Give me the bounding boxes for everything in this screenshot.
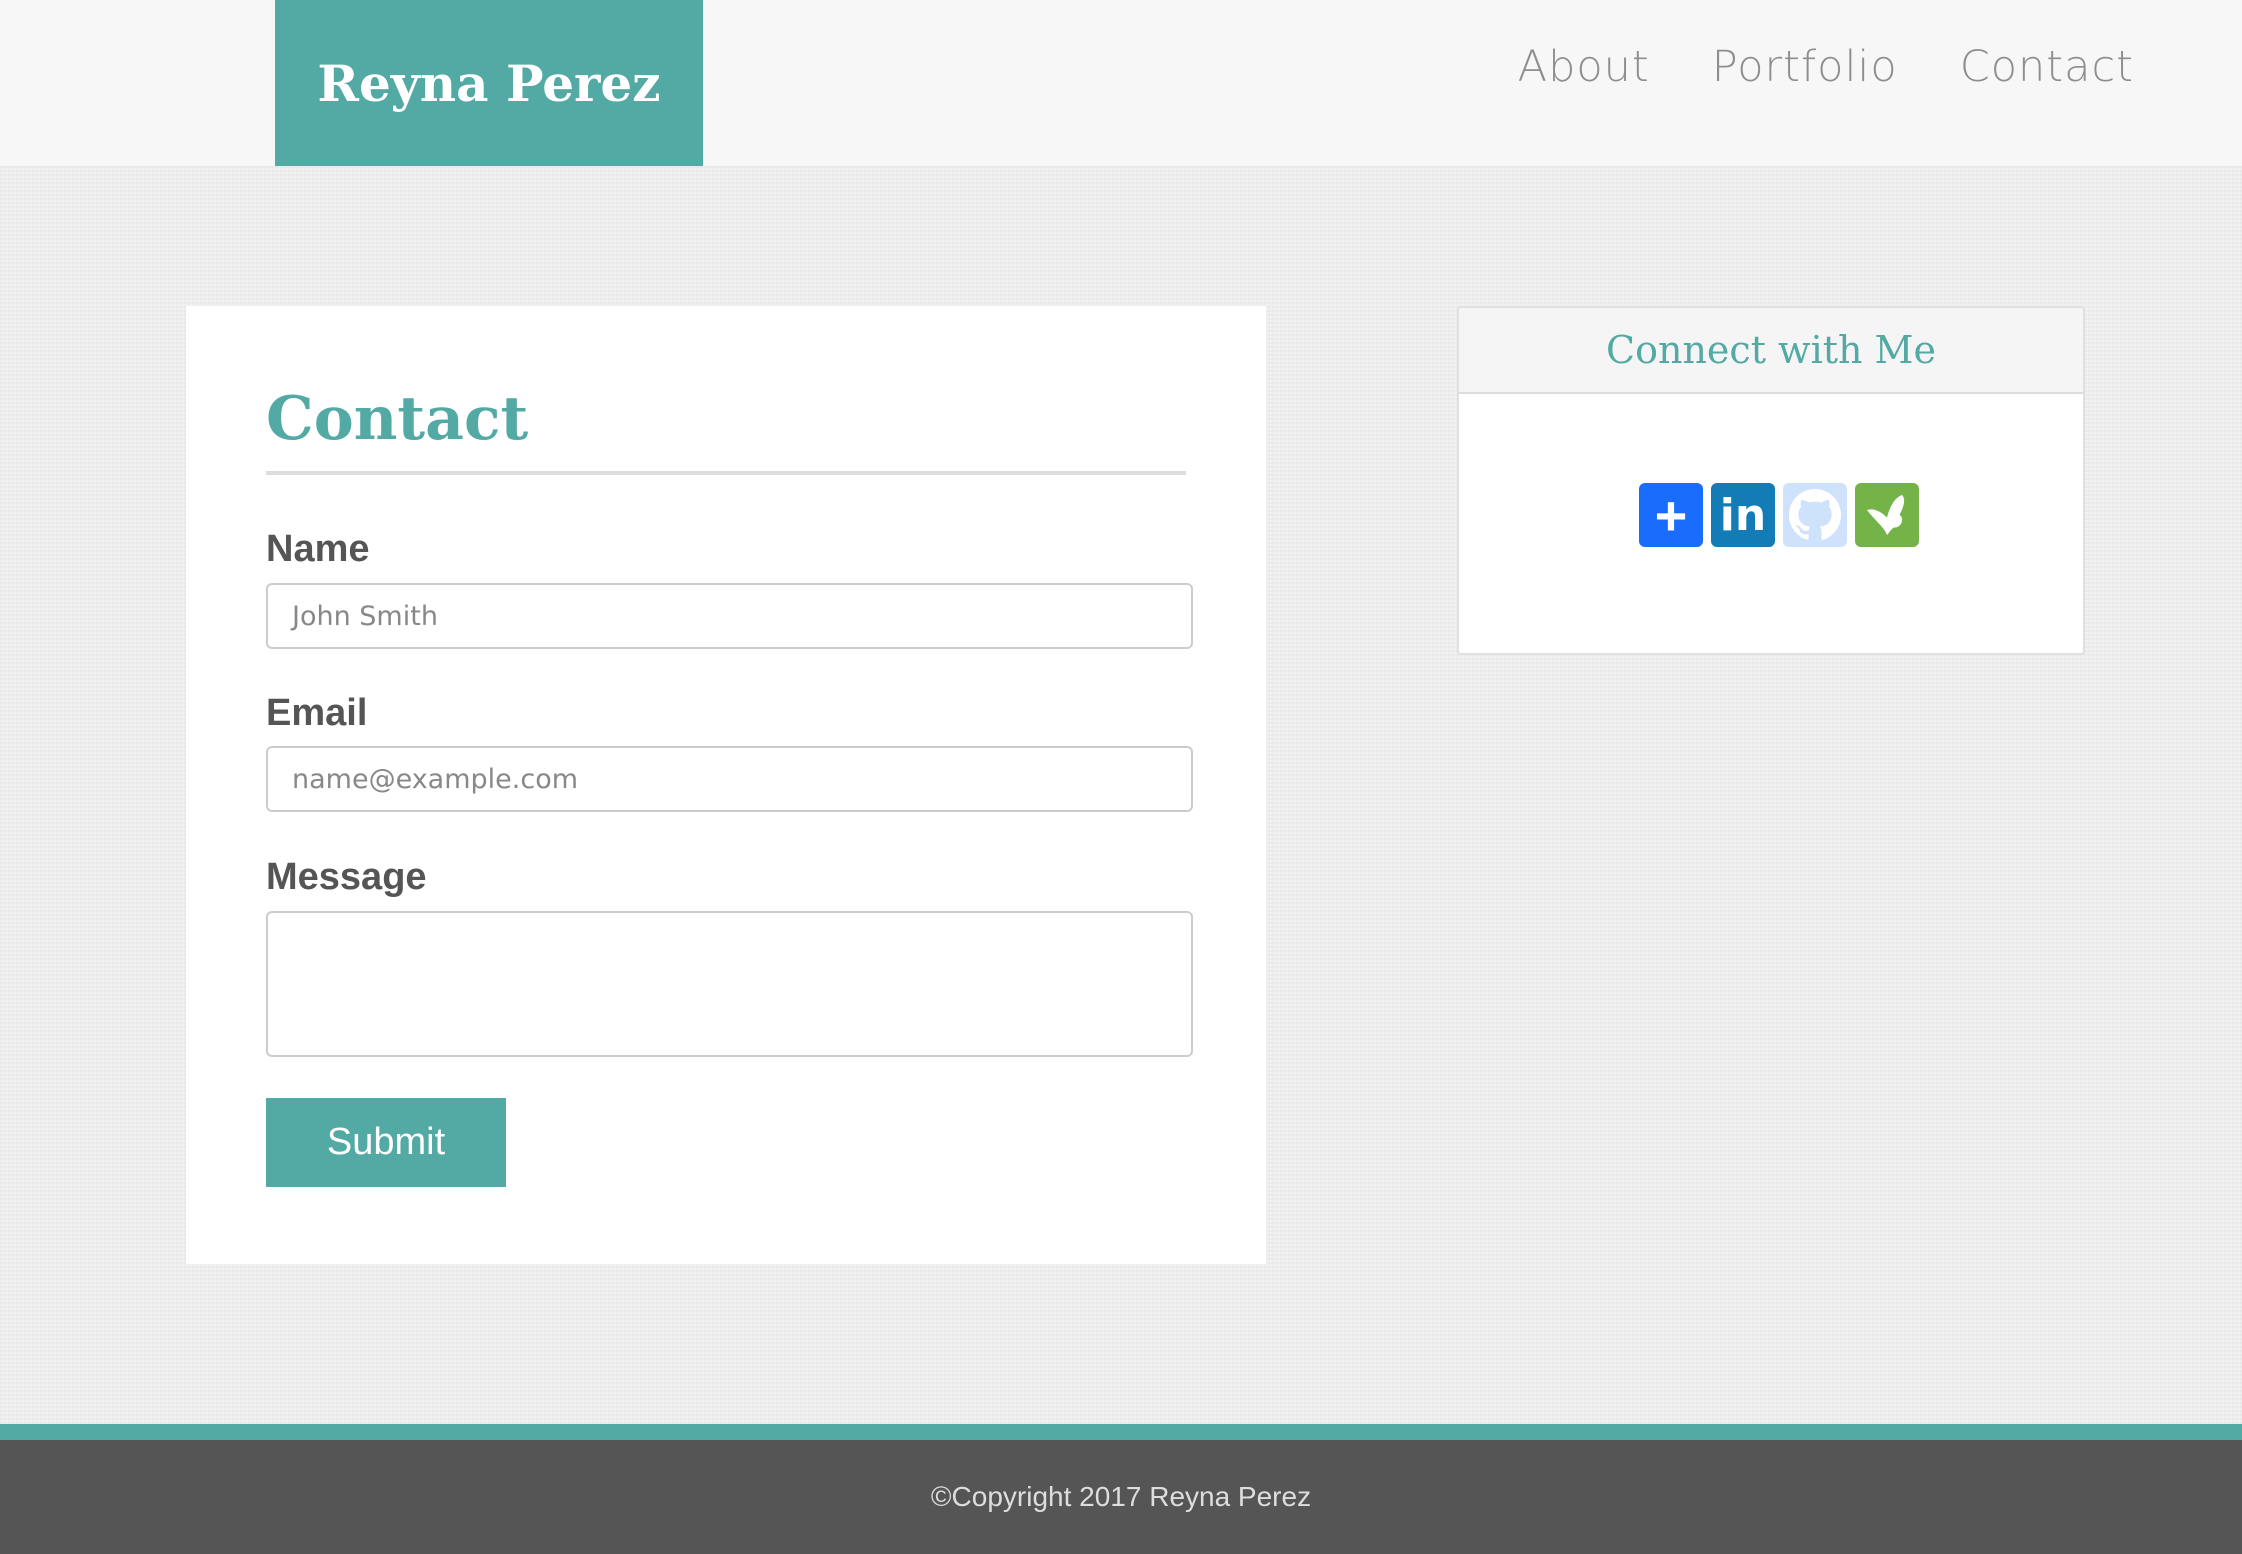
email-label: Email xyxy=(266,692,368,734)
submit-button[interactable]: Submit xyxy=(266,1098,506,1187)
main-nav: About Portfolio Contact xyxy=(1518,42,2134,92)
title-divider xyxy=(266,471,1186,475)
page-title: Contact xyxy=(266,384,529,454)
site-logo[interactable]: Reyna Perez xyxy=(275,0,703,166)
footer-accent-bar xyxy=(0,1424,2242,1440)
copyright-text: ©Copyright 2017 Reyna Perez xyxy=(930,1481,1312,1512)
name-placeholder: John Smith xyxy=(292,600,438,632)
add-share-icon[interactable]: + xyxy=(1639,483,1703,547)
nav-portfolio[interactable]: Portfolio xyxy=(1712,42,1898,92)
name-input[interactable]: John Smith xyxy=(266,583,1193,649)
site-header: Reyna Perez About Portfolio Contact xyxy=(0,0,2242,166)
message-label: Message xyxy=(266,856,427,898)
butterfly-icon[interactable] xyxy=(1855,483,1919,547)
message-textarea[interactable] xyxy=(266,911,1193,1057)
social-icons: + in xyxy=(1639,483,1919,547)
name-label: Name xyxy=(266,528,370,570)
github-icon[interactable] xyxy=(1783,483,1847,547)
site-footer: ©Copyright 2017 Reyna Perez xyxy=(0,1440,2242,1554)
linkedin-icon[interactable]: in xyxy=(1711,483,1775,547)
connect-title: Connect with Me xyxy=(1459,308,2083,394)
connect-card: Connect with Me + in xyxy=(1457,306,2085,655)
nav-about[interactable]: About xyxy=(1518,42,1650,92)
email-placeholder: name@example.com xyxy=(292,763,579,795)
email-input[interactable]: name@example.com xyxy=(266,746,1193,812)
nav-contact[interactable]: Contact xyxy=(1960,42,2134,92)
contact-form-card: Contact Name John Smith Email name@examp… xyxy=(186,306,1266,1264)
